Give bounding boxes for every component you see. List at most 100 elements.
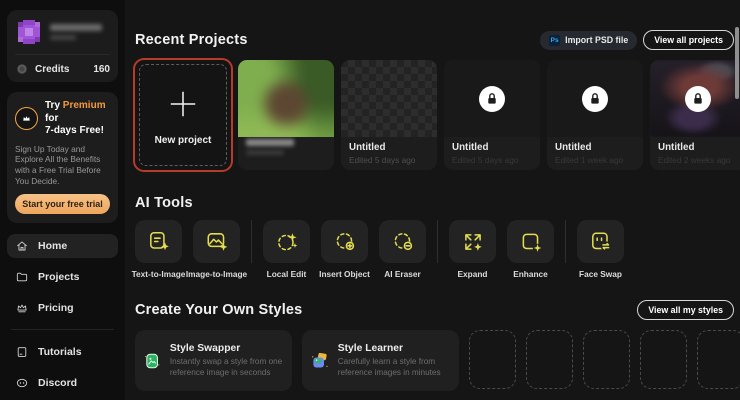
ai-tools-row: Text-to-Image Image-to-Image Local Edit … [132, 220, 734, 279]
book-icon [17, 347, 27, 358]
tool-button[interactable] [135, 220, 182, 263]
lock-icon [685, 85, 711, 112]
local-edit-icon [277, 232, 297, 250]
start-free-trial-button[interactable]: Start your free trial [15, 194, 110, 215]
tool-button[interactable] [263, 220, 310, 263]
face-swap-icon [591, 232, 611, 251]
main-content: Recent Projects Ps Import PSD file View … [125, 0, 740, 400]
sidebar-nav: Home Projects Pricing Tutorials Discord [7, 234, 118, 400]
project-edited-label: Edited 5 days ago [452, 155, 519, 165]
lock-icon [479, 85, 505, 112]
view-all-projects-button[interactable]: View all projects [643, 30, 734, 50]
project-card-locked[interactable]: Untitled Edited 5 days ago [444, 60, 540, 170]
tool-local-edit[interactable]: Local Edit [263, 220, 310, 279]
project-title: Untitled [555, 142, 592, 153]
tools-group-divider [565, 220, 566, 263]
ai-tools-heading: AI Tools [135, 195, 193, 211]
empty-style-slot[interactable] [526, 330, 573, 389]
project-card-untitled[interactable]: Untitled Edited 5 days ago [341, 60, 437, 170]
user-name-redacted [50, 24, 102, 40]
project-title: Untitled [658, 142, 695, 153]
scrollbar-thumb[interactable] [735, 27, 739, 99]
photoshop-icon: Ps [549, 34, 561, 46]
project-title: Untitled [349, 142, 386, 153]
project-thumbnail-locked [547, 60, 643, 137]
lock-icon [582, 85, 608, 112]
avatar [18, 20, 40, 44]
tools-group-divider [437, 220, 438, 263]
discord-icon [16, 379, 28, 388]
recent-projects-heading: Recent Projects [135, 32, 248, 48]
expand-icon [464, 233, 482, 251]
user-row [15, 18, 110, 46]
nav-divider [11, 329, 114, 331]
credits-value: 160 [93, 63, 110, 75]
empty-style-slot[interactable] [640, 330, 687, 389]
import-psd-button[interactable]: Ps Import PSD file [540, 30, 638, 50]
premium-highlight: Premium [62, 100, 106, 111]
sidebar-item-discord[interactable]: Discord [7, 371, 118, 395]
premium-promo-card: Try Premium for 7-days Free! Sign Up Tod… [7, 92, 118, 224]
tool-image-to-image[interactable]: Image-to-Image [186, 220, 247, 279]
styles-heading: Create Your Own Styles [135, 302, 303, 318]
plus-icon [170, 91, 196, 117]
new-project-label: New project [154, 135, 212, 146]
promo-title: Try Premium for 7-days Free! [45, 100, 106, 136]
tool-button[interactable] [449, 220, 496, 263]
style-swapper-icon [145, 353, 160, 368]
style-swapper-card[interactable]: Style Swapper Instantly swap a style fro… [135, 330, 292, 391]
project-thumbnail-transparent [341, 60, 437, 137]
tool-button[interactable] [321, 220, 368, 263]
project-edited-label: Edited 5 days ago [349, 155, 416, 165]
style-learner-card[interactable]: Style Learner Carefully learn a style fr… [302, 330, 459, 391]
project-title: Untitled [452, 142, 489, 153]
crown-icon [17, 304, 27, 313]
new-project-card[interactable]: New project [135, 60, 231, 170]
tool-button[interactable] [379, 220, 426, 263]
credits-row: Credits 160 [15, 54, 110, 76]
style-card-description: Instantly swap a style from one referenc… [169, 357, 283, 377]
empty-style-slot[interactable] [469, 330, 516, 389]
project-card-blurred[interactable] [238, 60, 334, 170]
tool-ai-eraser[interactable]: AI Eraser [379, 220, 426, 279]
tool-enhance[interactable]: Enhance [507, 220, 554, 279]
sidebar-item-pricing[interactable]: Pricing [7, 296, 118, 320]
tool-face-swap[interactable]: Face Swap [577, 220, 624, 279]
tool-expand[interactable]: Expand [449, 220, 496, 279]
tool-button[interactable] [577, 220, 624, 263]
premium-crown-icon [15, 107, 38, 131]
enhance-icon [522, 233, 542, 253]
credits-label: Credits [35, 63, 70, 75]
sidebar-item-projects[interactable]: Projects [7, 265, 118, 289]
style-card-title: Style Learner [337, 343, 403, 354]
user-card[interactable]: Credits 160 [7, 10, 118, 82]
project-edited-label: Edited 1 week ago [555, 155, 624, 165]
sidebar: Credits 160 Try Premium for 7-days Free!… [0, 0, 125, 400]
tool-button[interactable] [193, 220, 240, 263]
folder-icon [16, 273, 28, 282]
sidebar-item-home[interactable]: Home [7, 234, 118, 259]
view-all-my-styles-button[interactable]: View all my styles [637, 300, 734, 320]
empty-style-slot[interactable] [697, 330, 740, 389]
image-to-image-icon [207, 232, 227, 251]
sidebar-item-tutorials[interactable]: Tutorials [7, 340, 118, 364]
empty-style-slot[interactable] [583, 330, 630, 389]
tool-insert-object[interactable]: Insert Object [319, 220, 370, 279]
project-edited-label: Edited 2 weeks ago [658, 155, 731, 165]
home-icon [17, 241, 27, 251]
insert-object-icon [336, 232, 354, 250]
coin-icon [17, 64, 27, 74]
tool-button[interactable] [507, 220, 554, 263]
project-thumbnail [238, 60, 334, 137]
styles-row: Style Swapper Instantly swap a style fro… [135, 330, 740, 391]
recent-projects-row: New project Untitled Edited 5 days ago U… [135, 60, 740, 170]
tool-text-to-image[interactable]: Text-to-Image [132, 220, 185, 279]
project-title-redacted [238, 137, 334, 170]
project-card-locked[interactable]: Untitled Edited 1 week ago [547, 60, 643, 170]
ai-eraser-icon [394, 232, 412, 250]
project-card-locked[interactable]: Untitled Edited 2 weeks ago [650, 60, 740, 170]
new-project-inner: New project [139, 64, 227, 166]
app-window: Credits 160 Try Premium for 7-days Free!… [0, 0, 740, 400]
style-card-description: Carefully learn a style from reference i… [337, 357, 441, 377]
text-to-image-icon [149, 231, 169, 250]
